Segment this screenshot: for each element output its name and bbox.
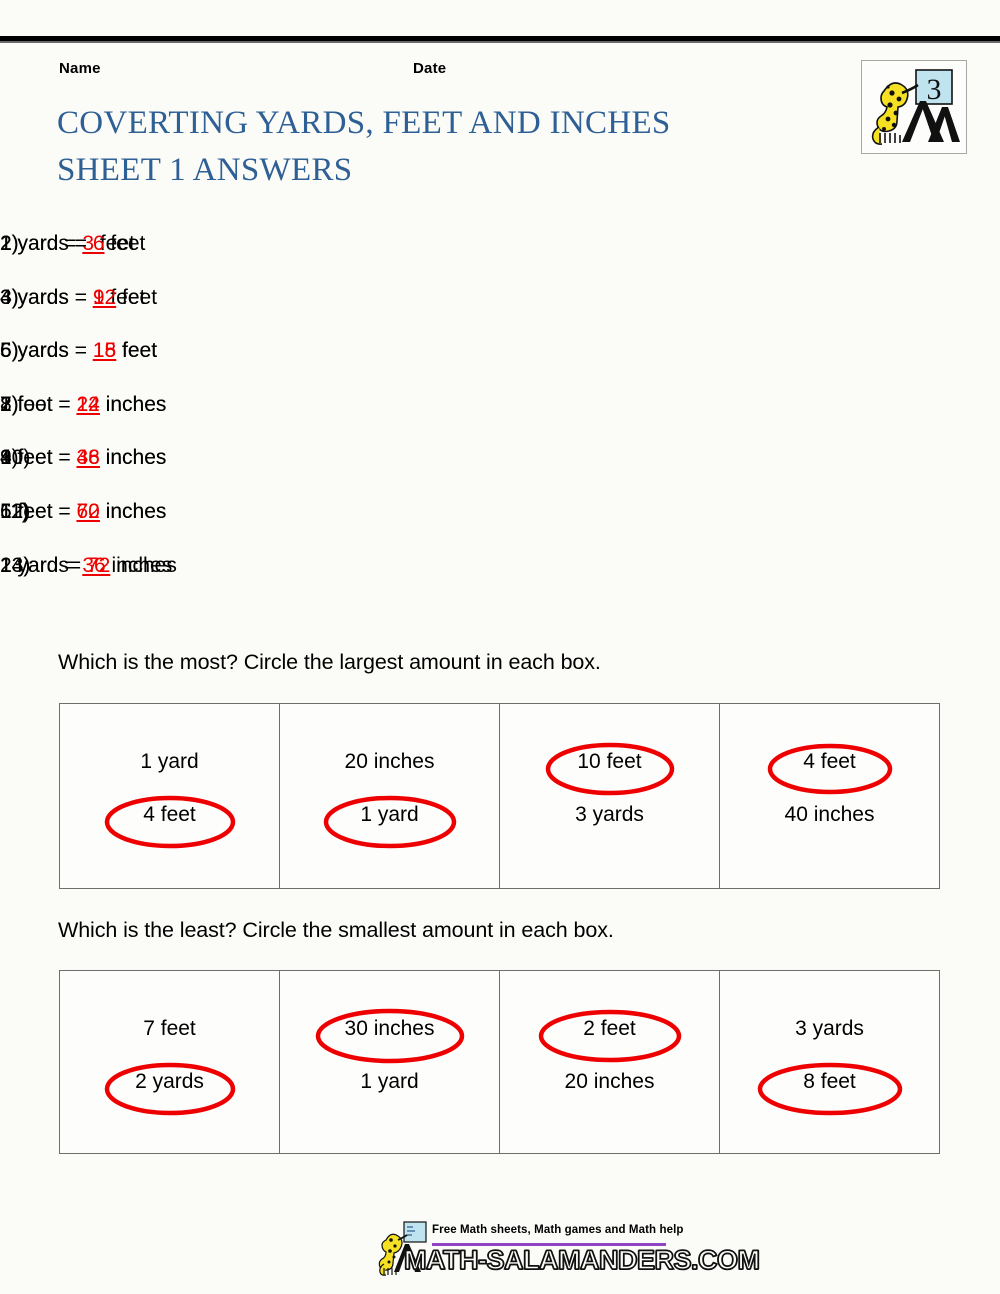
question-row: 11) 5 feet = 60 inches 12) 6 feet = 72 i… [0, 500, 1000, 554]
option-text[interactable]: 3 yards [791, 1009, 868, 1049]
option-row: 30 inches [280, 1008, 499, 1063]
question-text: 4 yards = 12 feet [0, 286, 157, 310]
option-row: 3 yards [720, 1009, 939, 1062]
option-text[interactable]: 2 feet [579, 1009, 640, 1049]
option-row: 8 feet [720, 1062, 939, 1115]
option-text[interactable]: 3 yards [571, 795, 648, 835]
grade-logo-badge: 3 [861, 60, 967, 154]
table-cell: 20 inches 1 yard [280, 704, 500, 888]
option-row: 4 feet [60, 795, 279, 848]
option-row: 40 inches [720, 795, 939, 848]
option-text[interactable]: 1 yard [356, 1062, 422, 1102]
question-prefix: 2 yards = [0, 232, 93, 255]
footer-site-url: MATH-SALAMANDERS.COM [403, 1244, 761, 1276]
option-text[interactable]: 7 feet [139, 1009, 200, 1049]
question-suffix: feet [116, 285, 158, 309]
question-list: 1) 1 yard = 3 feet 2) 2 yards = 6 feet 3… [0, 232, 1000, 607]
name-label: Name [59, 60, 101, 77]
question-text: 6 feet = 72 inches [0, 500, 166, 524]
table-cell: 30 inches 1 yard [280, 971, 500, 1153]
question-row: 13) 1 yard = 36 inches 14) 2 yards= 72 i… [0, 554, 1000, 608]
question-row: 5) 5 yards = 15 feet 6) 6 yards = 18 fee… [0, 339, 1000, 393]
table-cell: 7 feet 2 yards [60, 971, 280, 1153]
date-label: Date [413, 60, 447, 77]
instruction-most: Which is the most? Circle the largest am… [58, 650, 601, 674]
question-prefix: 2 feet = [0, 392, 77, 416]
option-text[interactable]: 2 yards [131, 1062, 208, 1102]
option-row: 20 inches [500, 1062, 719, 1115]
option-text[interactable]: 8 feet [799, 1062, 860, 1102]
option-row: 3 yards [500, 795, 719, 848]
footer-tagline: Free Math sheets, Math games and Math he… [432, 1224, 684, 1236]
question-row: 7) 1 foot = 12 inches 8) 2 feet = 24 inc… [0, 393, 1000, 447]
question-suffix: inches [99, 446, 167, 470]
option-text[interactable]: 40 inches [781, 795, 879, 835]
question-row: 3) 3 yards = 9 feet 4) 4 yards = 12 feet [0, 286, 1000, 340]
option-row: 2 yards [60, 1062, 279, 1115]
question-prefix: 6 feet = [0, 499, 77, 523]
most-answer-table: 1 yard 4 feet 20 inches 1 yard 10 feet 3… [59, 703, 940, 889]
option-row: 2 feet [500, 1009, 719, 1062]
option-row: 1 yard [280, 795, 499, 848]
option-text[interactable]: 30 inches [341, 1009, 439, 1049]
table-cell: 3 yards 8 feet [720, 971, 939, 1153]
option-text[interactable]: 1 yard [136, 742, 202, 782]
question-row: 9) 3 feet = 36 inches 10) 4 feet = 48 in… [0, 446, 1000, 500]
question-suffix: inches [99, 499, 167, 523]
question-suffix: feet [116, 339, 158, 363]
question-prefix: 6 yards = [0, 339, 93, 363]
page-title: COVERTING YARDS, FEET AND INCHES SHEET 1… [57, 100, 837, 194]
option-text[interactable]: 1 yard [356, 795, 422, 835]
table-cell: 1 yard 4 feet [60, 704, 280, 888]
grade-number: 3 [927, 73, 942, 106]
table-cell: 2 feet 20 inches [500, 971, 720, 1153]
question-prefix: 4 yards = [0, 285, 93, 309]
question-text: 2 yards= 72 inches [0, 554, 177, 578]
answer-value: 72 [76, 499, 100, 523]
least-answer-table: 7 feet 2 yards 30 inches 1 yard 2 feet 2… [59, 970, 940, 1154]
question-prefix: 4 feet = [0, 446, 77, 470]
option-text[interactable]: 4 feet [139, 795, 200, 835]
footer: Free Math sheets, Math games and Math he… [376, 1218, 761, 1288]
answer-value: 48 [76, 446, 100, 470]
table-cell: 4 feet 40 inches [720, 704, 939, 888]
option-row: 10 feet [500, 742, 719, 795]
instruction-least: Which is the least? Circle the smallest … [58, 918, 614, 942]
option-text[interactable]: 20 inches [341, 742, 439, 782]
table-cell: 10 feet 3 yards [500, 704, 720, 888]
option-row: 4 feet [720, 742, 939, 795]
worksheet-page: Name Date COVERTING YARDS, FEET AND INCH… [0, 0, 1000, 1294]
answer-value: 6 [92, 232, 105, 255]
page-title-line-1: COVERTING YARDS, FEET AND INCHES [57, 105, 671, 141]
page-title-line-2: SHEET 1 ANSWERS [57, 152, 353, 188]
question-text: 6 yards = 18 feet [0, 339, 157, 363]
option-row: 7 feet [60, 1009, 279, 1062]
answer-value: 24 [76, 392, 100, 416]
question-text: 2 yards = 6 feet [0, 232, 145, 256]
question-suffix: feet [104, 232, 146, 255]
header-divider-rule [0, 36, 1000, 43]
answer-value: 72 [86, 553, 111, 577]
question-prefix: 2 yards= [0, 553, 87, 577]
question-row: 1) 1 yard = 3 feet 2) 2 yards = 6 feet [0, 232, 1000, 286]
option-text[interactable]: 4 feet [799, 742, 860, 782]
option-row: 1 yard [280, 1062, 499, 1115]
answer-value: 12 [92, 285, 117, 309]
question-suffix: inches [110, 553, 177, 577]
answer-value: 18 [92, 339, 117, 363]
option-text[interactable]: 20 inches [561, 1062, 659, 1102]
option-row: 20 inches [280, 742, 499, 795]
option-row: 1 yard [60, 742, 279, 795]
question-text: 2 feet = 24 inches [0, 393, 166, 417]
question-suffix: inches [99, 392, 167, 416]
option-text[interactable]: 10 feet [573, 742, 645, 782]
salamander-logo-icon: 3 [862, 61, 966, 153]
question-text: 4 feet = 48 inches [0, 446, 166, 470]
